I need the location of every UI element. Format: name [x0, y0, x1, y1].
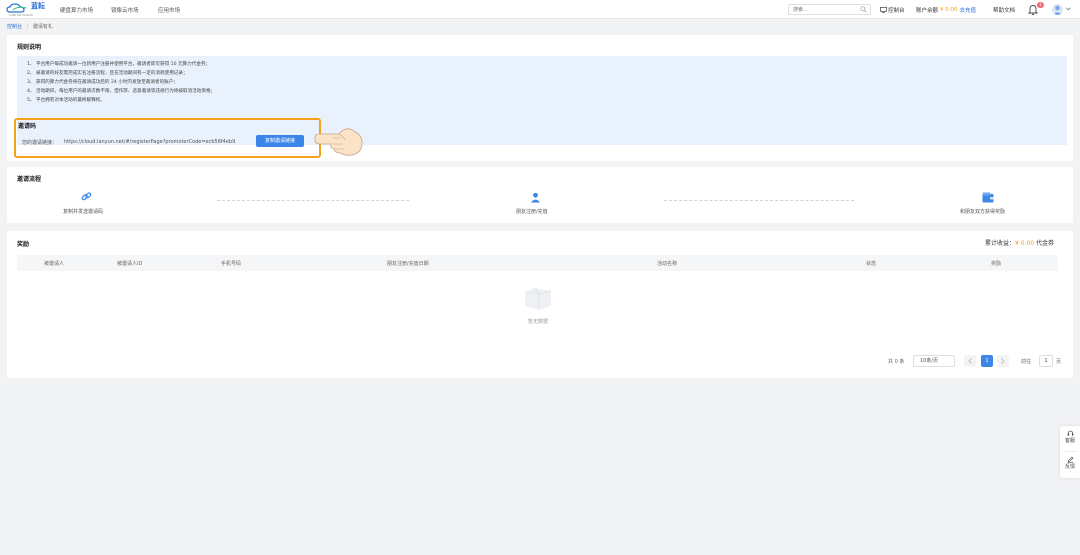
flow-connector [664, 200, 854, 201]
column-header: 被邀请人ID [117, 261, 143, 267]
breadcrumb-separator: / [26, 24, 29, 30]
rule-line: 4、 活动期间，每位用户的邀请次数不限，但作弊、恶意邀请等违规行为将被取消活动资… [27, 89, 216, 94]
column-header: 朋友注册/充值日期 [387, 261, 429, 267]
rules-title: 规则说明 [17, 44, 42, 51]
column-header: 状态 [866, 261, 877, 267]
empty-state-text: 暂无数据 [528, 319, 549, 325]
breadcrumb-current: 邀请有礼 [32, 24, 53, 30]
wallet-icon [982, 192, 994, 203]
prev-page-button[interactable] [964, 355, 976, 367]
user-icon [530, 192, 541, 203]
table-header [17, 255, 1058, 271]
reward-title: 奖励 [17, 241, 30, 248]
breadcrumb: 控制台 / 邀请有礼 [7, 23, 53, 30]
current-page-button[interactable]: 1 [981, 355, 993, 367]
account-balance: 账户余额 ¥ 0.00 去充值 [916, 6, 976, 14]
earnings-label: 累计收益： [985, 240, 1016, 247]
goto-label: 前往 [1021, 359, 1032, 365]
divider [1063, 451, 1077, 452]
logo-text: 蓝耘 [31, 2, 45, 10]
goto-page-input[interactable]: 1 [1039, 355, 1053, 367]
flow-step-3-label: 和朋友双方获得奖励 [960, 209, 1006, 215]
edit-icon [1067, 456, 1073, 463]
avatar[interactable] [1052, 4, 1063, 15]
total-earnings: 累计收益：¥ 0.00 代金券 [985, 238, 1054, 247]
flow-step-2-label: 朋友注册/充值 [516, 209, 548, 215]
rule-line: 3、 获得的算力代金券将在邀请成功后的 24 小时内发放至邀请者的账户； [27, 80, 178, 85]
search-box[interactable] [788, 4, 871, 15]
rule-line: 1、 平台用户每成功邀请一位新用户注册并使用平台，邀请者即可获得 10 元算力代… [27, 62, 211, 67]
console-label: 控制台 [888, 8, 905, 14]
nav-link-app-market[interactable]: 应用市场 [158, 6, 180, 14]
customer-service-button[interactable]: 客服 [1060, 430, 1080, 444]
logo-subtitle: LANYUN CLOUD [9, 13, 33, 17]
pointing-hand-icon [314, 128, 363, 156]
column-header: 手机号码 [221, 261, 242, 267]
balance-label: 账户余额 [916, 8, 939, 14]
highlight-frame [14, 118, 321, 158]
chevron-down-icon[interactable] [1066, 7, 1071, 11]
flow-connector [217, 200, 409, 201]
customer-service-label: 客服 [1064, 438, 1075, 444]
balance-value: ¥ 0.00 [940, 7, 958, 13]
floating-service-panel: 客服 反馈 [1060, 426, 1080, 478]
help-docs-link[interactable]: 帮助文档 [993, 6, 1015, 14]
feedback-label: 反馈 [1064, 464, 1075, 470]
recharge-link[interactable]: 去充值 [960, 6, 977, 14]
nav-link-gpu-market[interactable]: 硬盘算力市场 [60, 6, 93, 14]
breadcrumb-home[interactable]: 控制台 [7, 24, 22, 30]
empty-box-icon [524, 287, 552, 310]
headset-icon [1067, 430, 1073, 436]
chevron-right-icon [1001, 358, 1005, 364]
page-unit-label: 页 [1056, 359, 1062, 365]
top-nav: 蓝耘 LANYUN CLOUD 硬盘算力市场 镜像云市场 应用市场 控制台 账户… [0, 0, 1080, 19]
monitor-icon [880, 7, 887, 13]
feedback-button[interactable]: 反馈 [1060, 456, 1080, 470]
chevron-left-icon [968, 358, 972, 364]
page-size-value: 10条/页 [920, 358, 939, 364]
page-size-select[interactable]: 10条/页 [913, 355, 955, 367]
column-header: 活动名称 [657, 261, 678, 267]
column-header: 被邀请人 [44, 261, 65, 267]
console-link[interactable]: 控制台 [880, 6, 905, 14]
pagination-total: 共 0 条 [888, 359, 905, 365]
link-icon [81, 192, 92, 201]
user-avatar-icon [1053, 5, 1062, 15]
next-page-button[interactable] [997, 355, 1009, 367]
search-icon[interactable] [860, 6, 867, 13]
search-input[interactable] [789, 5, 857, 14]
nav-link-image-market[interactable]: 镜像云市场 [111, 6, 139, 14]
earnings-unit: 代金券 [1034, 240, 1055, 247]
rule-line: 5、 平台拥有对本活动的最终解释权。 [27, 98, 105, 103]
flow-title: 邀请流程 [17, 176, 42, 183]
earnings-value: ¥ 0.00 [1015, 240, 1035, 247]
logo[interactable]: 蓝耘 LANYUN CLOUD [6, 2, 54, 17]
flow-step-1-label: 复制并发送邀请码 [63, 209, 104, 215]
rule-line: 2、 被邀请的好友需完成实名注册流程，且在活动期间有一定的消耗使用记录； [27, 71, 188, 76]
notification-badge: 1 [1037, 2, 1044, 8]
column-header: 奖励 [991, 261, 1002, 267]
